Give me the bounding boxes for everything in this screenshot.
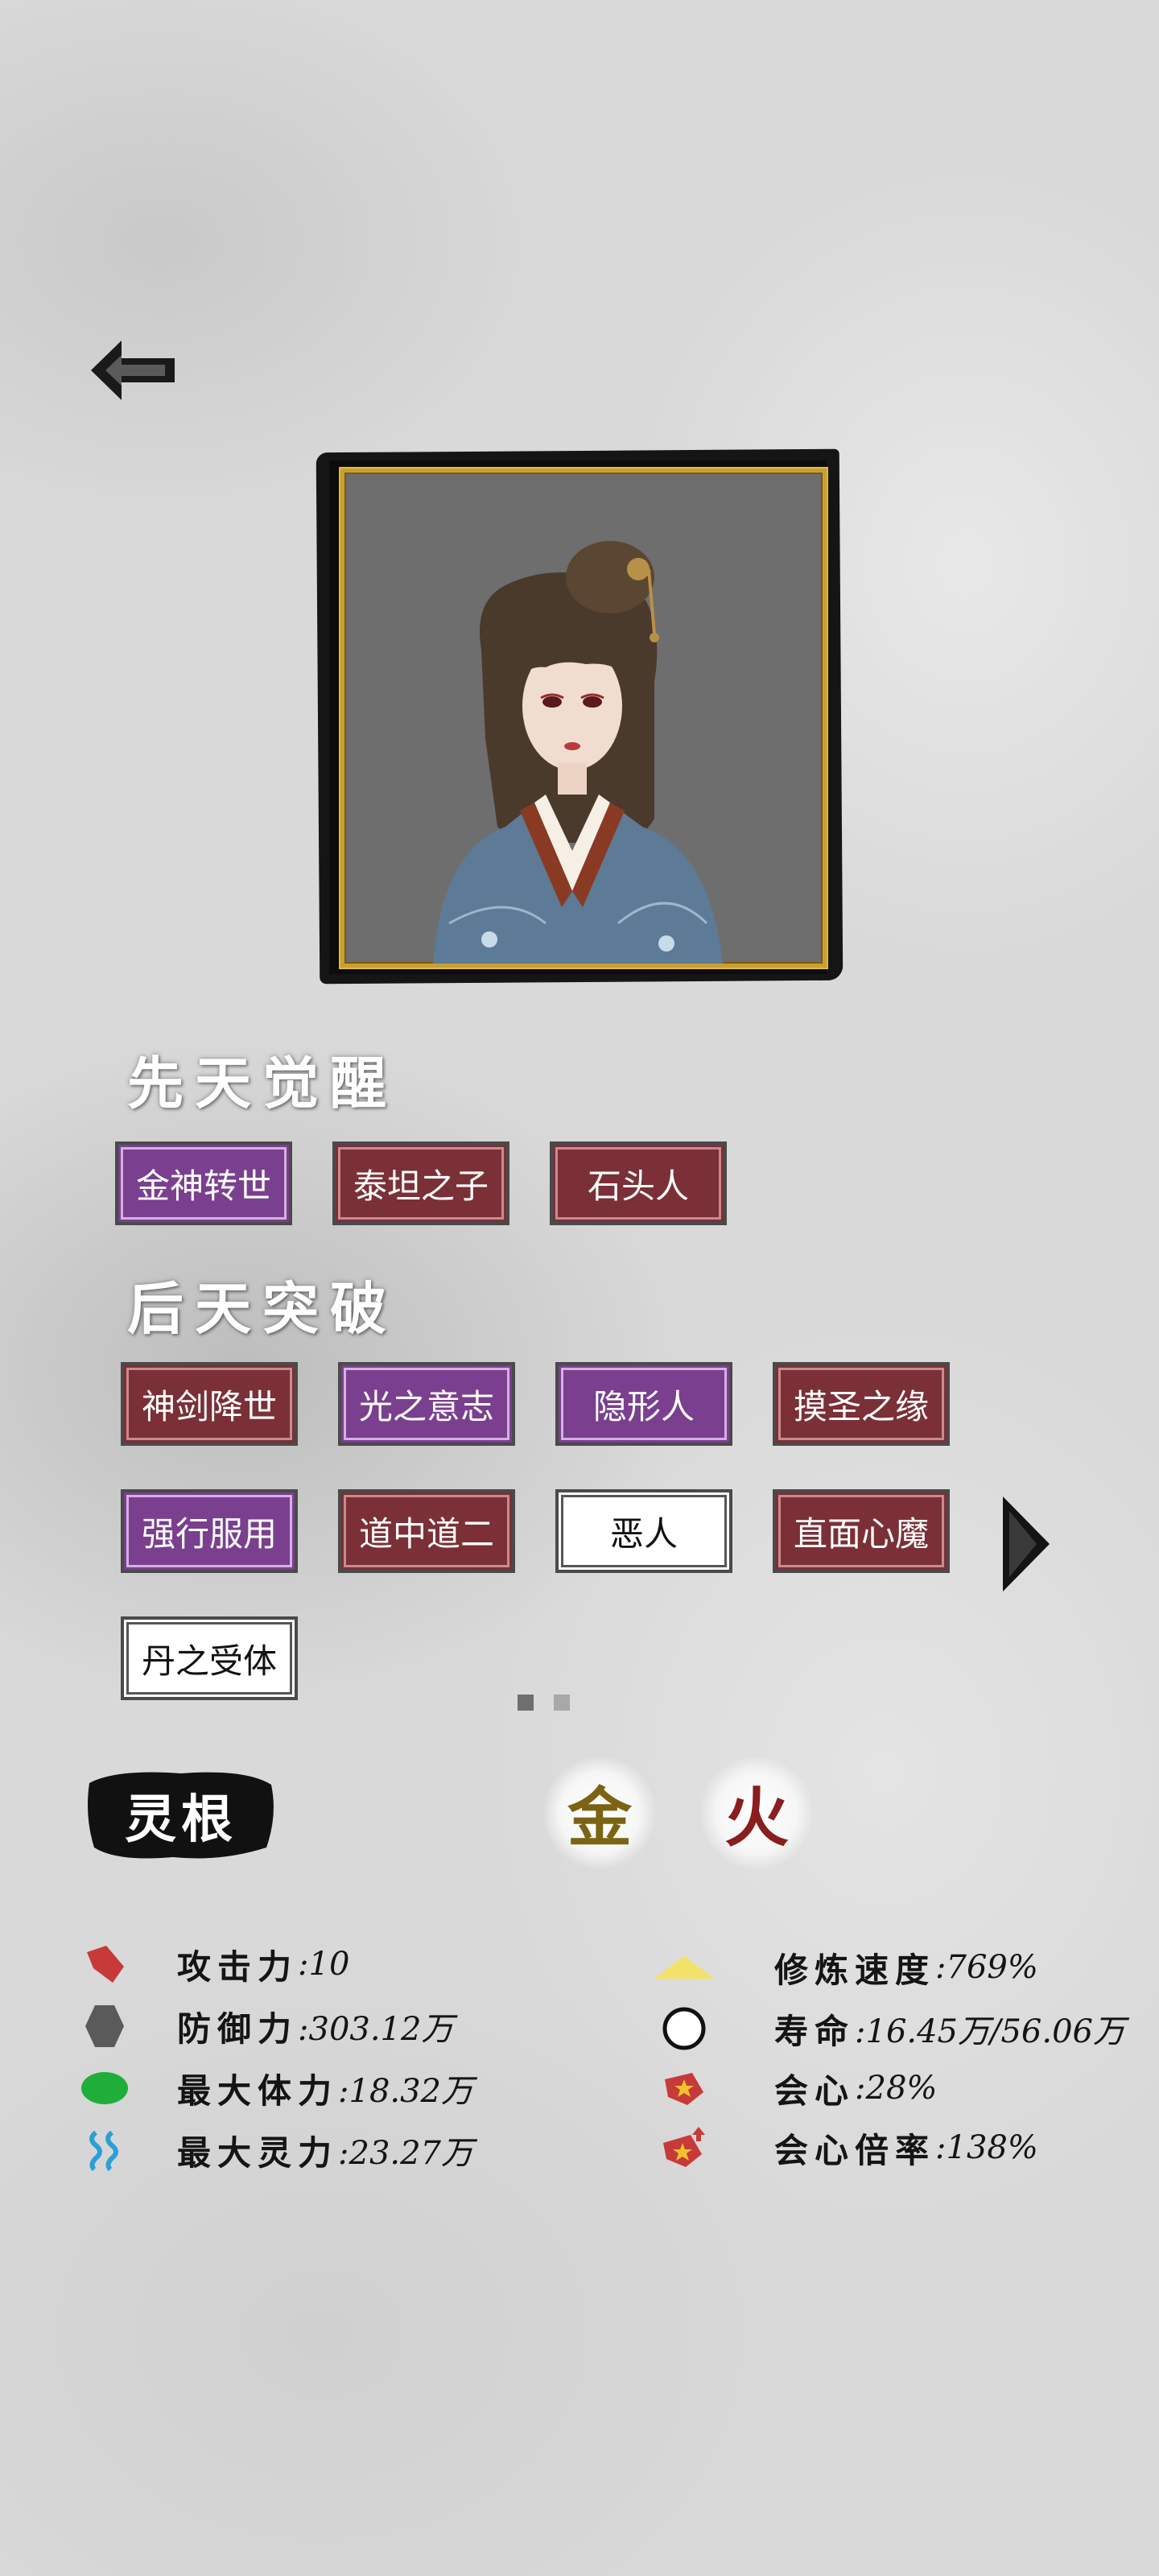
element-fire-badge: 火 xyxy=(700,1757,813,1869)
stat-defense: 防御力 :303.12万 xyxy=(80,2002,453,2050)
stat-max-spirit: 最大灵力 :23.27万 xyxy=(80,2126,473,2174)
acquired-tag-3[interactable]: 隐形人 xyxy=(555,1362,732,1446)
acquired-tag-7[interactable]: 恶人 xyxy=(555,1489,732,1573)
yellow-triangle-icon xyxy=(652,1943,716,1992)
acquired-tag-8[interactable]: 直面心魔 xyxy=(773,1489,950,1573)
element-metal-badge: 金 xyxy=(543,1757,656,1869)
innate-awakening-title: 先天觉醒 xyxy=(127,1050,398,1117)
page-dot[interactable] xyxy=(554,1695,570,1711)
acquired-tag-1[interactable]: 神剑降世 xyxy=(121,1362,298,1446)
stat-max-hp: 最大体力 :18.32万 xyxy=(80,2064,473,2112)
acquired-breakthrough-title: 后天突破 xyxy=(127,1275,398,1342)
acquired-tag-6[interactable]: 道中道二 xyxy=(338,1489,515,1573)
spirit-root-label-bg: 灵根 xyxy=(85,1767,278,1864)
acquired-tag-4[interactable]: 摸圣之缘 xyxy=(773,1362,950,1446)
spirit-root-label: 灵根 xyxy=(125,1790,237,1850)
crit-multiplier-icon xyxy=(652,2124,716,2172)
innate-tag-2[interactable]: 泰坦之子 xyxy=(332,1141,509,1225)
innate-tag-1[interactable]: 金神转世 xyxy=(115,1141,292,1225)
acquired-tag-2[interactable]: 光之意志 xyxy=(338,1362,515,1446)
gray-hexagon-icon xyxy=(80,2002,129,2050)
stat-cultivation-speed: 修炼速度 :769% xyxy=(652,1943,1038,1992)
back-arrow-icon[interactable] xyxy=(85,334,181,407)
character-avatar xyxy=(433,541,723,964)
portrait-frame xyxy=(340,469,827,968)
page-dot-active[interactable] xyxy=(518,1695,534,1711)
stat-critical: 会心 :28% xyxy=(652,2064,937,2112)
next-page-arrow-icon[interactable] xyxy=(1000,1493,1053,1595)
red-gem-icon xyxy=(80,1940,129,1988)
stat-lifespan: 寿命 :16.45万/56.06万 xyxy=(652,2004,1125,2053)
crit-star-icon xyxy=(652,2064,716,2112)
acquired-tag-5[interactable]: 强行服用 xyxy=(121,1489,298,1573)
green-heart-icon xyxy=(80,2064,129,2112)
stat-attack: 攻击力 :10 xyxy=(80,1940,349,1988)
acquired-tag-9[interactable]: 丹之受体 xyxy=(121,1616,298,1700)
character-portrait xyxy=(316,448,843,985)
stat-critical-multiplier: 会心倍率 :138% xyxy=(652,2124,1038,2172)
blue-wave-icon xyxy=(80,2126,129,2174)
innate-tag-3[interactable]: 石头人 xyxy=(550,1141,727,1225)
circle-icon xyxy=(652,2004,716,2053)
